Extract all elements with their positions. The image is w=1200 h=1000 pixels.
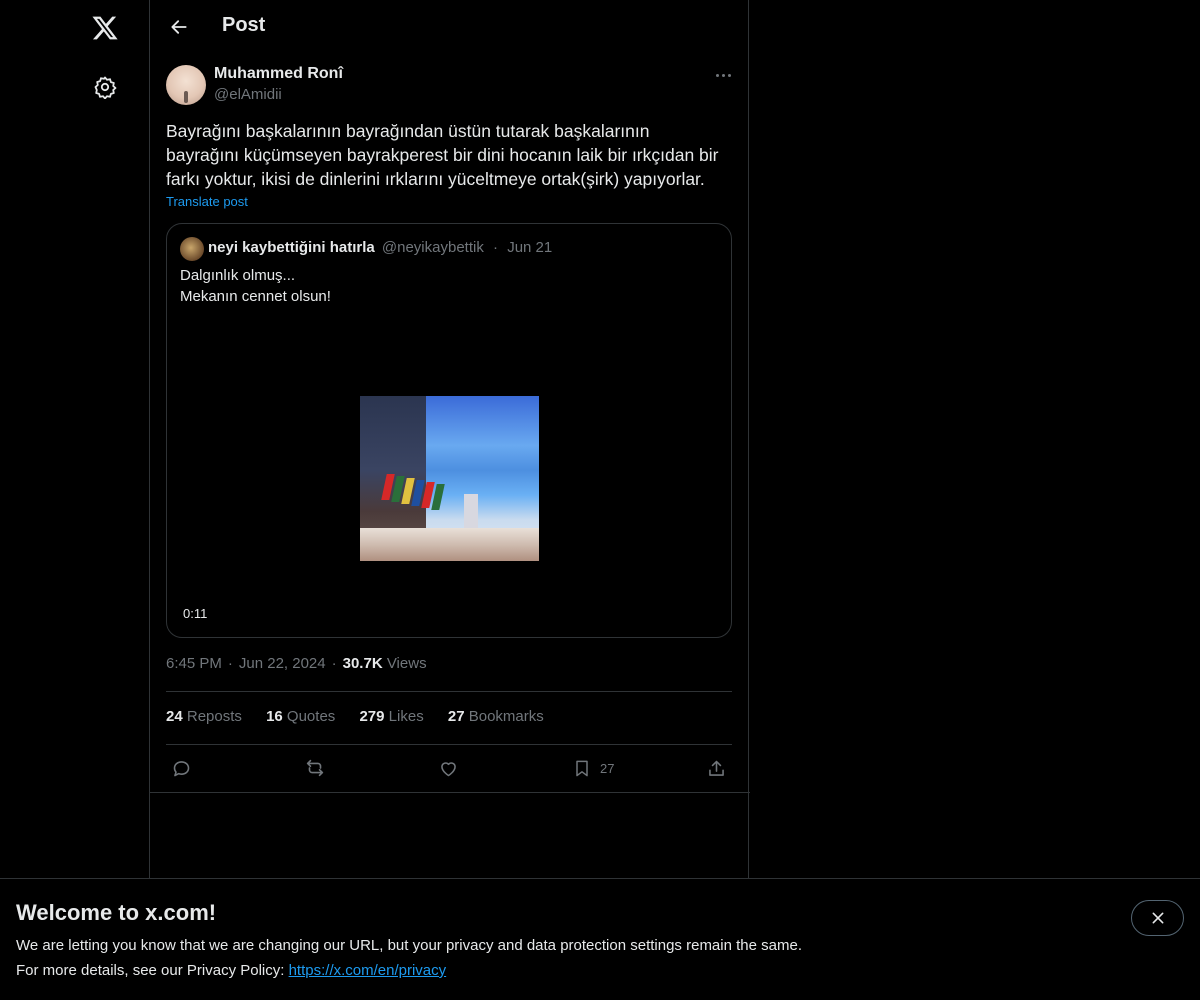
close-button[interactable]	[1131, 900, 1184, 936]
divider	[166, 744, 732, 745]
gear-icon[interactable]	[88, 70, 122, 104]
quote-text-line: Mekanın cennet olsun!	[180, 288, 331, 305]
likes-stat[interactable]: 279 Likes	[359, 708, 423, 725]
x-logo-icon[interactable]	[88, 11, 122, 45]
video-thumbnail[interactable]	[360, 396, 539, 561]
page-title: Post	[222, 14, 266, 36]
reposts-label: Reposts	[186, 708, 242, 725]
privacy-policy-link[interactable]: https://x.com/en/privacy	[289, 962, 447, 979]
views-label: Views	[386, 655, 427, 672]
app: Post Muhammed Ronî @elAmidii Bayrağını b…	[0, 0, 1200, 1000]
bookmarks-stat[interactable]: 27 Bookmarks	[448, 708, 544, 725]
action-bar: 27	[166, 757, 732, 779]
translate-post-link[interactable]: Translate post	[166, 194, 248, 209]
likes-label: Likes	[388, 708, 424, 725]
bookmark-count: 27	[600, 760, 615, 776]
arrow-left-icon[interactable]	[162, 10, 196, 44]
url-change-banner: Welcome to x.com! We are letting you kno…	[0, 878, 1200, 1000]
banner-text-prefix: For more details, see our Privacy Policy…	[16, 962, 289, 979]
banner-text: For more details, see our Privacy Policy…	[16, 962, 446, 979]
post-meta: 6:45 PM · Jun 22, 2024 · 30.7K Views	[166, 655, 427, 672]
top-bar: Post	[150, 0, 750, 53]
banner-title: Welcome to x.com!	[16, 900, 217, 925]
divider	[166, 691, 732, 692]
video-podium	[464, 494, 478, 528]
more-options-icon[interactable]	[710, 64, 736, 86]
repost-icon[interactable]	[304, 757, 326, 779]
views-count: 30.7K	[342, 655, 383, 672]
author-handle[interactable]: @elAmidii	[214, 86, 282, 103]
reposts-stat[interactable]: 24 Reposts	[166, 708, 242, 725]
bookmarks-label: Bookmarks	[468, 708, 544, 725]
quote-text: Dalgınlık olmuş... Mekanın cennet olsun!	[180, 265, 331, 307]
quotes-stat[interactable]: 16 Quotes	[266, 708, 335, 725]
quotes-label: Quotes	[286, 708, 336, 725]
video-duration: 0:11	[177, 605, 214, 622]
quote-date: Jun 21	[507, 239, 553, 256]
post-text-line: farkı yoktur, ikisi de dinlerini ırkları…	[166, 169, 705, 189]
post-text: Bayrağını başkalarının bayrağından üstün…	[166, 119, 736, 191]
separator-dot: ·	[493, 239, 499, 256]
quote-header: neyi kaybettiğini hatırla @neyikaybettik…	[208, 239, 552, 256]
bookmark-icon	[576, 760, 588, 776]
post-text-line: bayrağını küçümseyen bayrakperest bir di…	[166, 145, 719, 165]
quote-text-line: Dalgınlık olmuş...	[180, 267, 296, 284]
post-date[interactable]: Jun 22, 2024	[239, 655, 326, 672]
quotes-count: 16	[266, 708, 283, 725]
banner-text: We are letting you know that we are chan…	[16, 937, 802, 954]
main-column: Post Muhammed Ronî @elAmidii Bayrağını b…	[149, 0, 750, 1000]
close-icon	[1152, 912, 1163, 924]
likes-count: 279	[359, 708, 385, 725]
share-icon[interactable]	[706, 757, 727, 779]
post-text-line: Bayrağını başkalarının bayrağından üstün…	[166, 121, 650, 141]
avatar[interactable]	[166, 65, 206, 105]
bookmark-button[interactable]: 27	[572, 757, 614, 779]
reposts-count: 24	[166, 708, 183, 725]
divider	[150, 792, 750, 793]
engagement-stats: 24 Reposts 16 Quotes 279 Likes 27 Bookma…	[166, 708, 564, 725]
video-stage	[360, 528, 539, 561]
quote-avatar[interactable]	[180, 237, 204, 261]
bookmarks-count: 27	[447, 708, 465, 725]
quoted-post[interactable]: neyi kaybettiğini hatırla @neyikaybettik…	[166, 223, 732, 638]
reply-icon[interactable]	[171, 757, 192, 779]
left-nav	[0, 0, 150, 1000]
heart-icon[interactable]	[438, 757, 459, 779]
post-time[interactable]: 6:45 PM	[166, 655, 222, 672]
quote-author-handle: @neyikaybettik	[381, 239, 484, 256]
quote-author-name: neyi kaybettiğini hatırla	[208, 239, 375, 256]
author-name[interactable]: Muhammed Ronî	[214, 65, 343, 83]
